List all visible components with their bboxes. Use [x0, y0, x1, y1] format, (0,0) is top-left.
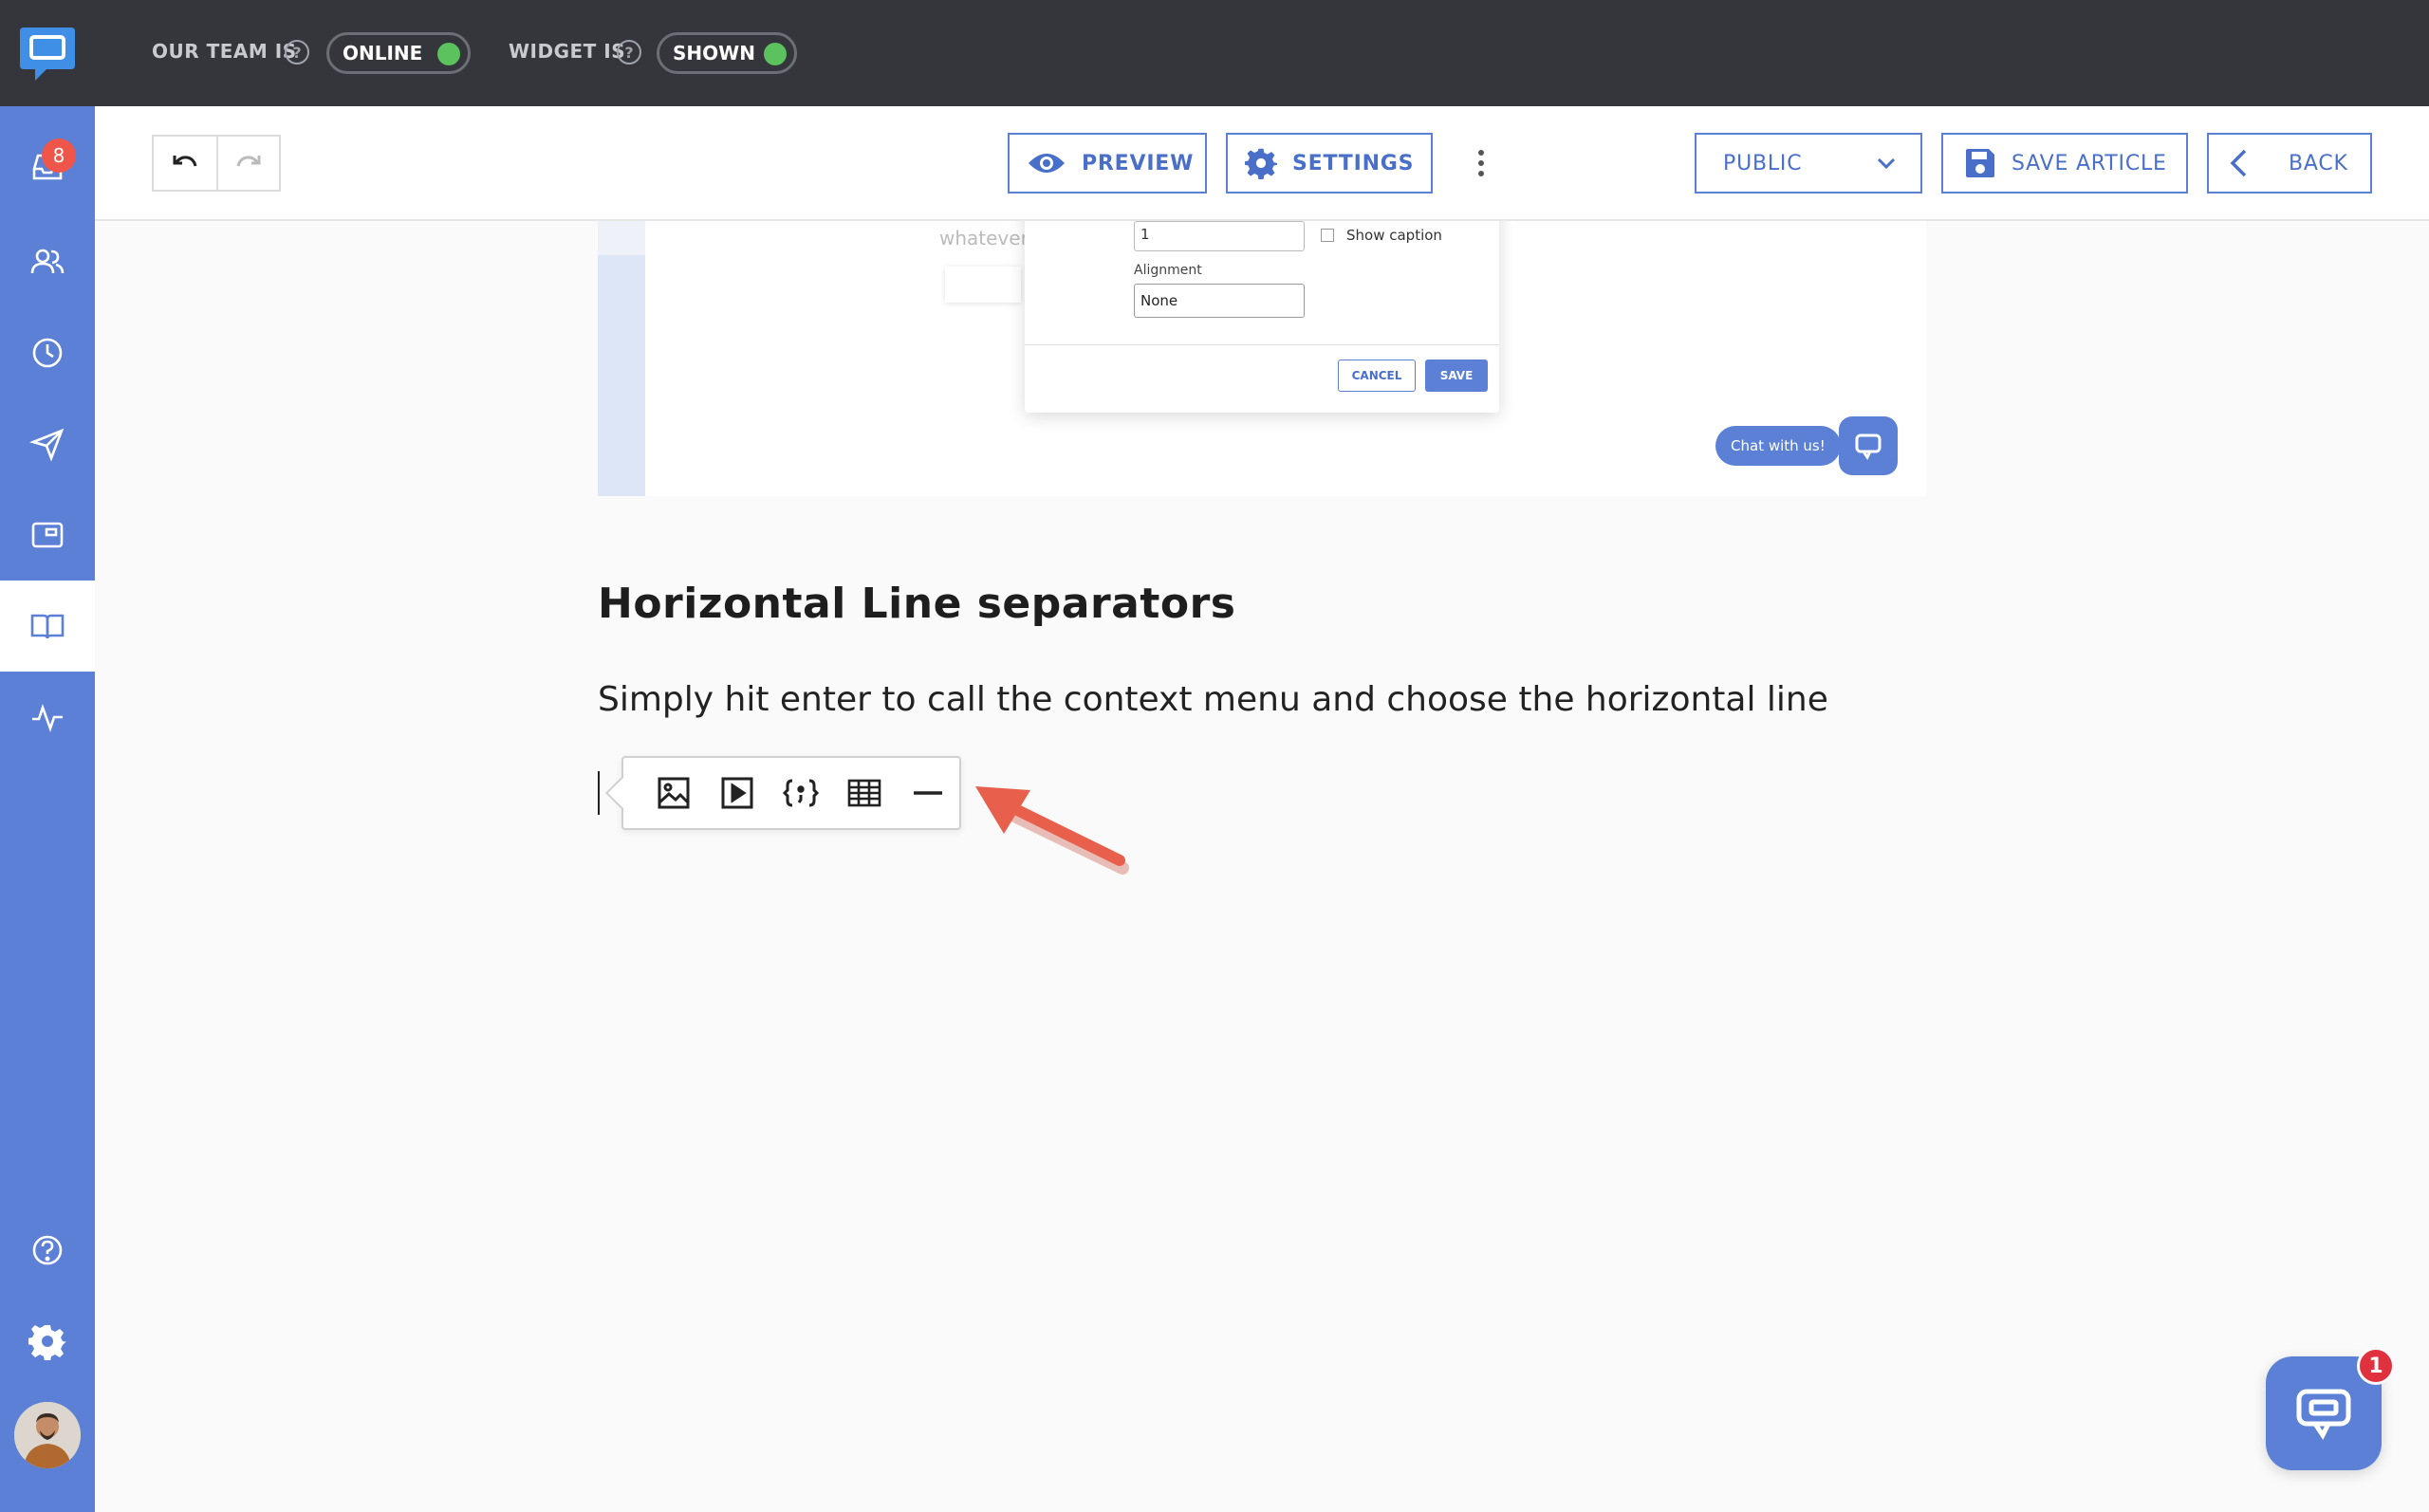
- send-icon: [28, 428, 65, 462]
- clock-icon: [32, 338, 63, 368]
- back-button[interactable]: BACK: [2207, 133, 2372, 194]
- settings-gear-icon: [1245, 148, 1277, 179]
- preview-button[interactable]: PREVIEW: [1008, 133, 1207, 194]
- team-status-value: ONLINE: [343, 42, 423, 65]
- sidebar-item-settings[interactable]: [0, 1296, 95, 1387]
- sidebar-item-analytics[interactable]: [0, 672, 95, 763]
- top-status-bar: OUR TEAM IS ? ONLINE WIDGET IS ? SHOWN: [95, 0, 2429, 106]
- eye-icon: [1029, 154, 1065, 173]
- section-heading[interactable]: Horizontal Line separators: [598, 580, 1235, 628]
- online-indicator-icon: [437, 43, 460, 65]
- embedded-cancel-button: CANCEL: [1338, 360, 1416, 392]
- chat-unread-badge: 1: [2357, 1347, 2395, 1385]
- insert-image-button[interactable]: [642, 765, 706, 821]
- embedded-field-value: 1: [1140, 226, 1150, 243]
- sidebar-item-history[interactable]: [0, 307, 95, 398]
- inbox-badge: 8: [42, 138, 76, 173]
- insert-video-button[interactable]: [706, 765, 769, 821]
- sidebar-item-knowledge-base[interactable]: [0, 581, 95, 672]
- activity-icon: [32, 704, 63, 732]
- widget-status-label: WIDGET IS: [509, 40, 626, 63]
- settings-button[interactable]: SETTINGS: [1226, 133, 1433, 194]
- widget-icon: [31, 522, 64, 548]
- app-logo[interactable]: [0, 0, 95, 106]
- chat-launcher-button[interactable]: 1: [2266, 1347, 2395, 1470]
- sidebar-item-contacts[interactable]: [0, 216, 95, 307]
- user-avatar[interactable]: [14, 1402, 81, 1468]
- embedded-placeholder-text: whatever: [939, 227, 1029, 249]
- embedded-alignment-select: None: [1134, 284, 1305, 318]
- code-icon: [782, 779, 819, 807]
- redo-button[interactable]: [215, 137, 279, 190]
- chevron-left-icon: [2230, 149, 2247, 177]
- insert-code-button[interactable]: [769, 765, 833, 821]
- help-icon: [32, 1235, 63, 1265]
- settings-label: SETTINGS: [1292, 151, 1415, 175]
- sidebar-item-help[interactable]: [0, 1205, 95, 1296]
- chat-logo-icon: [20, 28, 75, 81]
- embedded-screenshot-image: whatever 1 Show caption Alignment None C…: [598, 221, 1926, 496]
- section-paragraph[interactable]: Simply hit enter to call the context men…: [598, 680, 1828, 719]
- floppy-disk-icon: [1966, 149, 1994, 177]
- undo-button[interactable]: [154, 137, 216, 190]
- undo-redo-group: [152, 135, 281, 192]
- visibility-value: PUBLIC: [1723, 151, 1803, 175]
- sidebar-item-widget[interactable]: [0, 489, 95, 581]
- annotation-arrow-icon: [975, 786, 1129, 875]
- image-icon: [658, 777, 690, 809]
- user-photo-icon: [14, 1402, 81, 1468]
- editor-toolbar: PREVIEW SETTINGS PUBLIC SAVE ARTICLE BAC…: [95, 106, 2429, 221]
- embedded-chat-icon: [1855, 433, 1882, 460]
- shown-indicator-icon: [764, 43, 787, 65]
- save-article-button[interactable]: SAVE ARTICLE: [1941, 133, 2188, 194]
- embedded-alignment-value: None: [1140, 292, 1178, 309]
- embedded-chat-button: [1839, 416, 1898, 475]
- chevron-down-icon: [1877, 157, 1896, 169]
- insert-context-menu: [605, 756, 961, 830]
- book-icon: [30, 614, 65, 639]
- embedded-field: 1: [1134, 221, 1305, 251]
- chat-bubble-icon: [2296, 1389, 2351, 1440]
- embedded-show-caption-label: Show caption: [1346, 227, 1442, 244]
- team-status-toggle[interactable]: ONLINE: [326, 32, 471, 74]
- users-icon: [30, 249, 65, 274]
- preview-label: PREVIEW: [1082, 151, 1195, 175]
- more-options-icon[interactable]: [1476, 150, 1486, 178]
- sidebar-item-campaigns[interactable]: [0, 398, 95, 489]
- insert-table-button[interactable]: [832, 765, 896, 821]
- save-article-label: SAVE ARTICLE: [2012, 151, 2167, 175]
- insert-horizontal-line-button[interactable]: [896, 765, 959, 821]
- embedded-chat-bubble: Chat with us!: [1715, 426, 1841, 466]
- embedded-mini-menu: [945, 267, 1021, 303]
- video-icon: [721, 777, 753, 809]
- text-cursor: [598, 771, 600, 815]
- embedded-show-caption-checkbox: [1321, 229, 1334, 242]
- gear-icon: [28, 1325, 66, 1360]
- widget-help-icon[interactable]: ?: [617, 40, 641, 65]
- embedded-save-button: SAVE: [1425, 360, 1488, 392]
- undo-icon: [173, 156, 197, 167]
- widget-status-toggle[interactable]: SHOWN: [657, 32, 797, 74]
- embedded-alignment-label: Alignment: [1134, 263, 1202, 278]
- widget-status-value: SHOWN: [673, 42, 755, 65]
- sidebar-item-inbox[interactable]: 8: [0, 121, 95, 212]
- back-label: BACK: [2289, 151, 2348, 175]
- left-sidebar: 8: [0, 0, 95, 1512]
- embedded-sidebar: [598, 221, 645, 496]
- visibility-select[interactable]: PUBLIC: [1695, 133, 1922, 194]
- redo-icon: [236, 156, 261, 167]
- team-help-icon[interactable]: ?: [285, 40, 309, 65]
- horizontal-line-icon: [913, 791, 942, 795]
- table-icon: [847, 779, 881, 807]
- embedded-image-dialog: 1 Show caption Alignment None CANCEL SAV…: [1025, 221, 1499, 413]
- team-status-label: OUR TEAM IS: [152, 40, 297, 63]
